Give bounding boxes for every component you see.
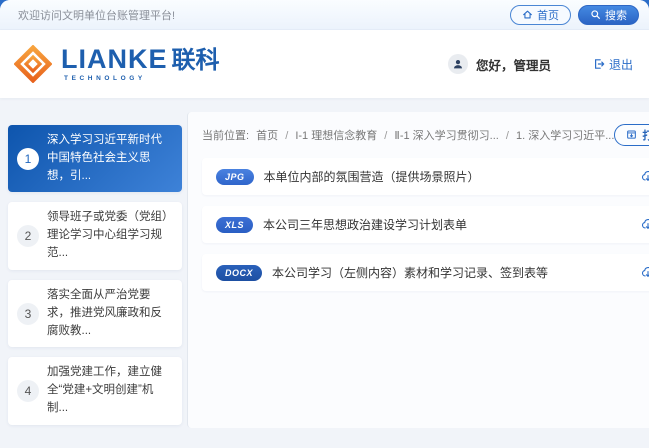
search-icon (590, 9, 601, 20)
panel-header: 当前位置: 首页 / I-1 理想信念教育 / Ⅱ-1 深入学习贯彻习... /… (202, 123, 649, 146)
file-type-badge: XLS (216, 217, 253, 233)
sidebar-item-label: 深入学习习近平新时代中国特色社会主义思想，引... (47, 132, 173, 185)
avatar (448, 54, 468, 74)
file-type-badge: DOCX (216, 265, 262, 281)
breadcrumb-separator: / (506, 130, 509, 142)
item-number-badge: 4 (17, 380, 39, 402)
file-title: 本单位内部的氛围营造（提供场景照片） (264, 168, 480, 185)
content-panel: 当前位置: 首页 / I-1 理想信念教育 / Ⅱ-1 深入学习贯彻习... /… (187, 112, 649, 428)
search-button[interactable]: 搜索 (578, 5, 639, 25)
file-row-xls: XLS 本公司三年思想政治建设学习计划表单 下载 (202, 206, 649, 243)
user-area: 您好，管理员 退出 (448, 54, 633, 74)
sidebar-item-2[interactable]: 2 领导班子或党委（党组）理论学习中心组学习规范... (8, 202, 182, 269)
item-number-badge: 1 (17, 148, 39, 170)
download-button[interactable]: 下载 (641, 169, 649, 185)
sidebar-item-label: 领导班子或党委（党组）理论学习中心组学习规范... (47, 209, 173, 262)
welcome-text: 欢迎访问文明单位台账管理平台! (18, 7, 175, 23)
logout-icon (593, 58, 605, 70)
logout-label: 退出 (609, 56, 633, 73)
brand-row: LIANKE 联科 (61, 46, 220, 73)
panel-actions: 打包下载 (614, 123, 649, 146)
file-title: 本公司三年思想政治建设学习计划表单 (263, 216, 467, 233)
breadcrumb-label: 当前位置: (202, 130, 249, 142)
breadcrumb-current: 1. 深入学习习近平... (516, 130, 614, 142)
topbar: 欢迎访问文明单位台账管理平台! 首页 搜索 (0, 0, 649, 30)
user-icon (452, 58, 464, 70)
brand-subtitle: TECHNOLOGY (61, 76, 220, 83)
user-greeting: 您好，管理员 (476, 55, 551, 74)
app-window: 欢迎访问文明单位台账管理平台! 首页 搜索 LIANKE 联科 (0, 0, 649, 448)
cloud-download-icon (641, 170, 649, 183)
file-title: 本公司学习（左侧内容）素材和学习记录、签到表等 (272, 264, 548, 281)
breadcrumb-level-2[interactable]: Ⅱ-1 深入学习贯彻习... (394, 130, 498, 142)
breadcrumb-separator: / (285, 130, 288, 142)
item-number-badge: 2 (17, 225, 39, 247)
main-area: 1 深入学习习近平新时代中国特色社会主义思想，引... 2 领导班子或党委（党组… (0, 98, 649, 448)
cloud-download-icon (641, 266, 649, 279)
home-icon (522, 9, 533, 20)
brand-text: LIANKE 联科 TECHNOLOGY (61, 46, 220, 83)
file-row-jpg: JPG 本单位内部的氛围营造（提供场景照片） 下载 (202, 158, 649, 195)
breadcrumb-home[interactable]: 首页 (256, 130, 278, 142)
home-button-label: 首页 (537, 7, 559, 23)
package-download-label: 打包下载 (642, 127, 649, 143)
sidebar-item-label: 加强党建工作，建立健全“党建+文明创建”机制... (47, 364, 173, 417)
file-type-badge: JPG (216, 169, 254, 185)
home-button[interactable]: 首页 (510, 5, 571, 25)
file-row-docx: DOCX 本公司学习（左侧内容）素材和学习记录、签到表等 下载 (202, 254, 649, 291)
sidebar-item-3[interactable]: 3 落实全面从严治党要求，推进党风廉政和反腐败教... (8, 280, 182, 347)
download-button[interactable]: 下载 (641, 265, 649, 281)
cloud-download-icon (641, 218, 649, 231)
breadcrumb: 当前位置: 首页 / I-1 理想信念教育 / Ⅱ-1 深入学习贯彻习... /… (202, 127, 614, 143)
sidebar-item-1[interactable]: 1 深入学习习近平新时代中国特色社会主义思想，引... (8, 125, 182, 192)
logout-button[interactable]: 退出 (593, 56, 633, 73)
sidebar: 1 深入学习习近平新时代中国特色社会主义思想，引... 2 领导班子或党委（党组… (8, 125, 182, 448)
header: LIANKE 联科 TECHNOLOGY 您好，管理员 退出 (0, 30, 649, 98)
package-download-button[interactable]: 打包下载 (614, 124, 649, 146)
search-button-label: 搜索 (605, 7, 627, 23)
package-icon (626, 129, 637, 140)
download-button[interactable]: 下载 (641, 217, 649, 233)
brand-name: LIANKE (61, 46, 168, 73)
topbar-actions: 首页 搜索 (510, 5, 639, 25)
sidebar-item-label: 落实全面从严治党要求，推进党风廉政和反腐败教... (47, 287, 173, 340)
breadcrumb-level-1[interactable]: I-1 理想信念教育 (295, 130, 377, 142)
breadcrumb-separator: / (384, 130, 387, 142)
logo-diamond-icon (14, 45, 52, 83)
sidebar-item-4[interactable]: 4 加强党建工作，建立健全“党建+文明创建”机制... (8, 357, 182, 424)
brand-logo: LIANKE 联科 TECHNOLOGY (14, 45, 220, 83)
item-number-badge: 3 (17, 303, 39, 325)
brand-name-cn: 联科 (172, 49, 220, 73)
